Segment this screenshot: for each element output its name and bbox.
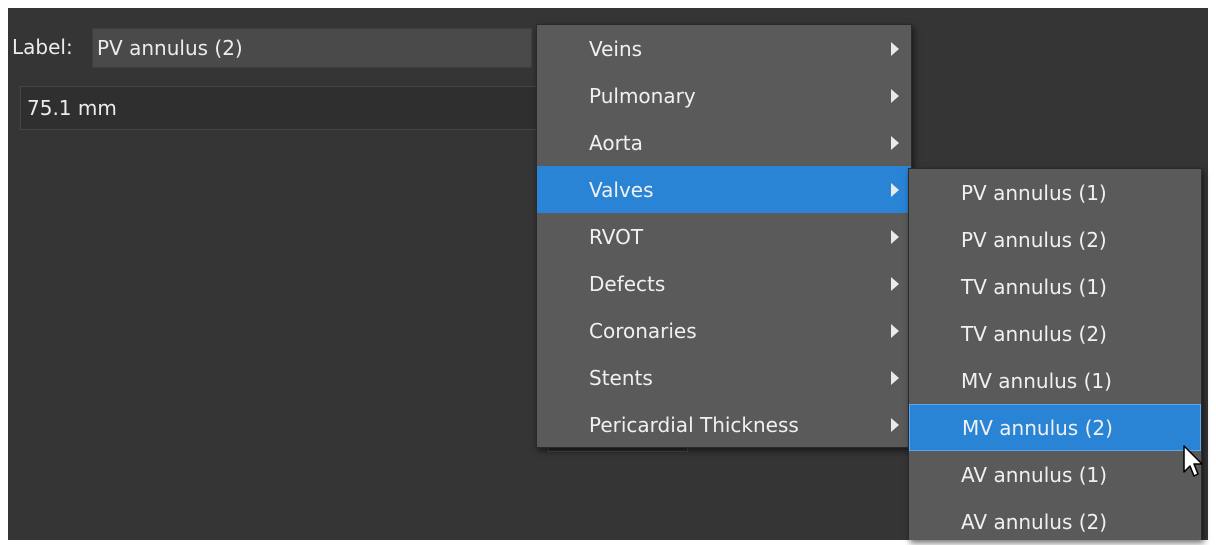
menu-item-pericardial-thickness[interactable]: Pericardial Thickness [537, 401, 911, 448]
menu-item-label: Aorta [589, 130, 643, 155]
menu-item-label: Veins [589, 36, 643, 61]
menu-item-label: Pericardial Thickness [589, 412, 799, 437]
chevron-right-icon [891, 276, 899, 291]
submenu-item-label: PV annulus (1) [961, 180, 1107, 205]
menu-item-label: Stents [589, 365, 653, 390]
menu-item-pulmonary[interactable]: Pulmonary [537, 72, 911, 119]
menu-item-label: Valves [589, 177, 654, 202]
chevron-right-icon [891, 323, 899, 338]
submenu-item-label: MV annulus (1) [961, 368, 1112, 393]
submenu-item-pv-annulus-1[interactable]: PV annulus (1) [909, 169, 1201, 216]
submenu-item-label: TV annulus (2) [961, 321, 1107, 346]
menu-item-label: Defects [589, 271, 666, 296]
menu-item-label: Pulmonary [589, 83, 696, 108]
menu-item-stents[interactable]: Stents [537, 354, 911, 401]
menu-item-aorta[interactable]: Aorta [537, 119, 911, 166]
measurement-value: 75.1 mm [27, 96, 117, 120]
chevron-right-icon [891, 41, 899, 56]
chevron-right-icon [891, 417, 899, 432]
chevron-right-icon [891, 135, 899, 150]
label-caption: Label: [12, 35, 73, 59]
submenu-item-tv-annulus-2[interactable]: TV annulus (2) [909, 310, 1201, 357]
submenu-item-av-annulus-1[interactable]: AV annulus (1) [909, 451, 1201, 498]
label-field-value: PV annulus (2) [97, 36, 243, 60]
menu-item-veins[interactable]: Veins [537, 25, 911, 72]
chevron-right-icon [891, 370, 899, 385]
menu-item-label: RVOT [589, 224, 644, 249]
menu-item-rvot[interactable]: RVOT [537, 213, 911, 260]
submenu-item-tv-annulus-1[interactable]: TV annulus (1) [909, 263, 1201, 310]
label-field[interactable]: PV annulus (2) [92, 28, 532, 68]
chevron-right-icon [891, 182, 899, 197]
submenu-item-av-annulus-2[interactable]: AV annulus (2) [909, 498, 1201, 545]
submenu-item-label: MV annulus (2) [962, 415, 1113, 440]
menu-item-defects[interactable]: Defects [537, 260, 911, 307]
label-row: Label: [12, 24, 73, 70]
menu-item-label: Coronaries [589, 318, 697, 343]
submenu-item-label: AV annulus (2) [961, 509, 1108, 534]
submenu-item-label: PV annulus (2) [961, 227, 1107, 252]
menu-item-valves[interactable]: Valves [537, 166, 911, 213]
submenu-item-label: TV annulus (1) [961, 274, 1107, 299]
submenu-item-mv-annulus-2[interactable]: MV annulus (2) [909, 404, 1201, 451]
chevron-right-icon [891, 88, 899, 103]
submenu-item-label: AV annulus (1) [961, 462, 1108, 487]
submenu-item-pv-annulus-2[interactable]: PV annulus (2) [909, 216, 1201, 263]
mouse-pointer-icon [1183, 445, 1203, 477]
label-category-menu: Veins Pulmonary Aorta Valves RVOT Defect… [536, 24, 912, 448]
chevron-right-icon [891, 229, 899, 244]
valves-submenu: PV annulus (1) PV annulus (2) TV annulus… [908, 168, 1202, 540]
menu-item-coronaries[interactable]: Coronaries [537, 307, 911, 354]
submenu-item-mv-annulus-1[interactable]: MV annulus (1) [909, 357, 1201, 404]
measurement-field[interactable]: 75.1 mm [20, 86, 540, 130]
